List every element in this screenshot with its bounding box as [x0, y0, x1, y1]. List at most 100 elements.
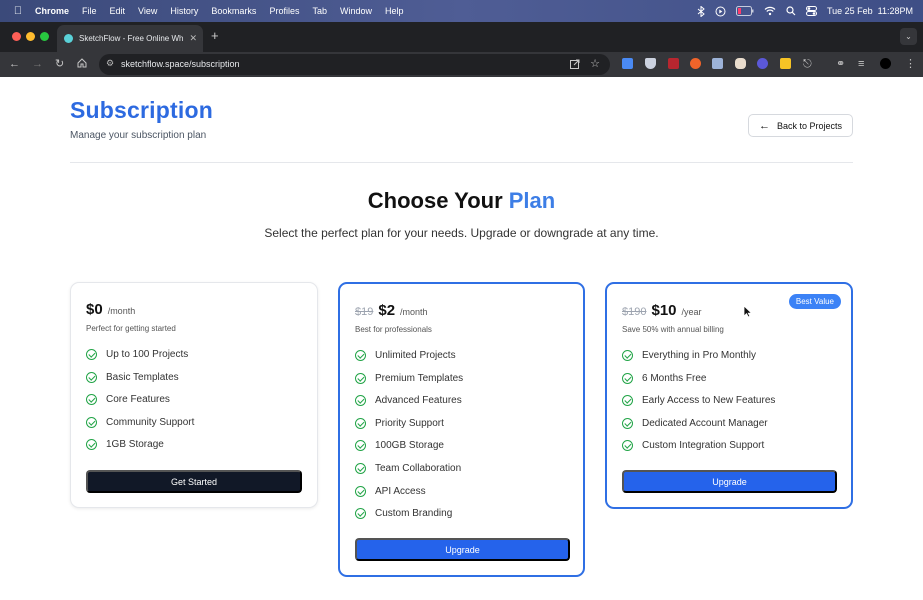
back-to-projects-button[interactable]: ← Back to Projects: [748, 114, 853, 137]
feature-label: Priority Support: [375, 417, 444, 429]
check-circle-icon: [355, 395, 366, 407]
check-circle-icon: [86, 416, 97, 428]
subscription-page: Subscription Manage your subscription pl…: [0, 77, 923, 600]
bookmark-star-icon[interactable]: ☆: [590, 57, 600, 70]
performance-icon[interactable]: ⚭: [836, 57, 845, 71]
tab-search-chevron-icon[interactable]: ⌄: [900, 28, 917, 45]
back-arrow-icon[interactable]: ←: [9, 57, 20, 71]
extension-shield-icon[interactable]: [645, 58, 656, 69]
address-bar[interactable]: ⚙ sketchflow.space/subscription ☆: [99, 54, 610, 75]
reload-icon[interactable]: ↻: [55, 57, 64, 71]
feature-label: Custom Integration Support: [642, 440, 765, 452]
feature-item: Everything in Pro Monthly: [622, 350, 775, 373]
menu-edit[interactable]: Edit: [110, 6, 126, 16]
battery-icon[interactable]: [735, 6, 754, 16]
plan-card-free: $0 /month Perfect for getting started Up…: [70, 282, 318, 508]
plan-price: $19 $2 /month: [355, 302, 428, 319]
new-tab-plus-icon[interactable]: +: [211, 28, 219, 43]
play-icon[interactable]: [715, 6, 726, 17]
check-circle-icon: [355, 350, 366, 361]
check-circle-icon: [86, 371, 97, 383]
site-settings-icon[interactable]: ⚙: [106, 58, 114, 69]
feature-item: 6 Months Free: [622, 372, 775, 396]
check-circle-icon: [622, 417, 633, 429]
bluetooth-icon[interactable]: [697, 5, 705, 17]
plan-price-amount: $10: [651, 302, 677, 319]
menu-tab[interactable]: Tab: [312, 6, 327, 16]
menu-app-name[interactable]: Chrome: [35, 6, 69, 16]
plan-feature-list: Everything in Pro Monthly 6 Months Free …: [622, 350, 775, 463]
header-divider: [70, 162, 853, 163]
page-subtitle: Manage your subscription plan: [70, 130, 207, 141]
extension-bottle-icon[interactable]: [735, 58, 746, 69]
extension-orange-icon[interactable]: [690, 58, 701, 69]
best-value-badge: Best Value: [788, 294, 841, 309]
plan-price: $190 $10 /year: [622, 302, 702, 319]
url-text[interactable]: sketchflow.space/subscription: [121, 59, 240, 69]
menu-history[interactable]: History: [170, 6, 198, 16]
feature-item: Custom Integration Support: [622, 440, 775, 463]
browser-menu-icon[interactable]: ⋮: [905, 57, 916, 71]
check-circle-icon: [355, 440, 366, 452]
home-icon[interactable]: [77, 58, 87, 68]
feature-label: Premium Templates: [375, 372, 464, 384]
feature-label: Dedicated Account Manager: [642, 417, 768, 429]
plans-heading: Choose Your Plan: [0, 188, 923, 214]
feature-label: Core Features: [106, 394, 170, 406]
zoom-window-button[interactable]: [40, 32, 49, 41]
close-tab-icon[interactable]: ✕: [189, 33, 197, 44]
extension-card-icon[interactable]: [712, 58, 723, 69]
check-circle-icon: [622, 350, 633, 361]
tab-title: SketchFlow - Free Online Wh: [79, 34, 184, 43]
plan-description: Save 50% with annual billing: [622, 325, 724, 334]
feature-item: Early Access to New Features: [622, 395, 775, 418]
search-icon[interactable]: [786, 6, 796, 16]
plan-feature-list: Up to 100 Projects Basic Templates Core …: [86, 349, 194, 462]
forward-arrow-icon[interactable]: →: [32, 57, 43, 71]
apple-icon[interactable]: : [11, 5, 25, 17]
profile-avatar-icon[interactable]: [880, 58, 891, 69]
check-circle-icon: [355, 508, 366, 520]
check-circle-icon: [622, 440, 633, 452]
plan-old-price: $190: [622, 306, 647, 318]
browser-toolbar: ← → ↻ ⚙ sketchflow.space/subscription ☆ …: [0, 52, 923, 77]
feature-item: Basic Templates: [86, 371, 194, 395]
mouse-cursor-icon: [743, 305, 752, 318]
upgrade-monthly-button[interactable]: Upgrade: [355, 538, 570, 561]
upgrade-yearly-button[interactable]: Upgrade: [622, 470, 837, 493]
wifi-icon[interactable]: [764, 6, 776, 16]
menu-profiles[interactable]: Profiles: [269, 6, 299, 16]
tab-sketchflow[interactable]: SketchFlow - Free Online Wh ✕: [57, 25, 203, 52]
feature-item: Up to 100 Projects: [86, 349, 194, 372]
extension-gear-icon[interactable]: [757, 58, 768, 69]
minimize-window-button[interactable]: [26, 32, 35, 41]
check-circle-icon: [622, 395, 633, 407]
menu-help[interactable]: Help: [385, 6, 404, 16]
feature-item: Core Features: [86, 394, 194, 417]
get-started-button[interactable]: Get Started: [86, 470, 302, 493]
plan-card-pro-monthly: $19 $2 /month Best for professionals Unl…: [338, 282, 585, 577]
plan-old-price: $19: [355, 306, 374, 318]
control-center-icon[interactable]: [805, 6, 817, 16]
plans-lead: Select the perfect plan for your needs. …: [264, 226, 659, 240]
menu-file[interactable]: File: [82, 6, 97, 16]
check-circle-icon: [355, 417, 366, 429]
menu-bookmarks[interactable]: Bookmarks: [211, 6, 256, 16]
menu-window[interactable]: Window: [340, 6, 372, 16]
feature-label: 1GB Storage: [106, 439, 164, 451]
feature-item: Team Collaboration: [355, 462, 463, 486]
close-window-button[interactable]: [12, 32, 21, 41]
feature-item: 1GB Storage: [86, 439, 194, 462]
open-in-app-icon[interactable]: [570, 59, 580, 69]
menubar-clock[interactable]: Tue 25 Feb 11:28PM: [827, 6, 913, 16]
plans-heading-highlight: Plan: [508, 188, 556, 213]
extension-ublock-icon[interactable]: [668, 58, 679, 69]
reading-list-icon[interactable]: ≡: [858, 57, 864, 71]
page-title: Subscription: [70, 97, 213, 123]
extension-note-icon[interactable]: [780, 58, 791, 69]
extension-translate-icon[interactable]: [622, 58, 633, 69]
extensions-puzzle-icon[interactable]: ⎋: [803, 57, 812, 71]
feature-label: Everything in Pro Monthly: [642, 350, 756, 361]
menu-view[interactable]: View: [138, 6, 157, 16]
check-circle-icon: [86, 394, 97, 406]
